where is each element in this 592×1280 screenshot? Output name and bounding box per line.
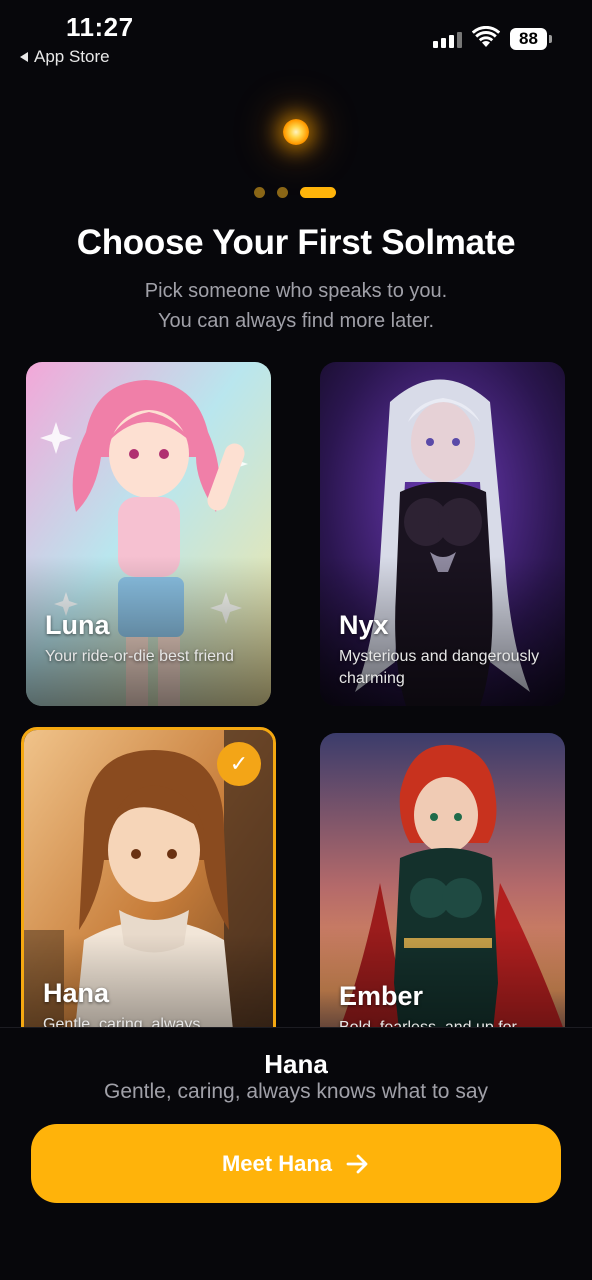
page-title: Choose Your First Solmate [76,223,516,262]
selected-companion-desc: Gentle, caring, always knows what to say [103,1080,488,1103]
companion-desc-luna: Your ride-or-die best friend [45,648,234,665]
battery-indicator: 88 [510,28,552,50]
status-bar: 11:27 App Store 88 [0,0,592,80]
page-subtitle-line-1: Pick someone who speaks to you. [144,280,448,302]
companion-card-ember[interactable]: Ember Bold, fearless, and up for anythin… [320,733,565,1077]
page-subtitle-line-2: You can always find more later. [157,310,435,332]
progress-dot-1 [254,187,265,198]
onboarding-progress-dots [254,187,336,198]
meet-companion-label: Meet Hana [221,1150,333,1176]
companion-name-ember: Ember [339,981,424,1011]
companion-name-hana: Hana [43,978,110,1008]
arrow-right-icon [346,1154,368,1173]
companion-desc-nyx: Mysterious and dangerously charming [339,648,540,687]
meet-companion-button[interactable]: Meet Hana [31,1124,561,1203]
progress-dot-2 [277,187,288,198]
glowing-orb-icon [283,119,309,145]
companion-name-nyx: Nyx [339,610,389,640]
companion-card-luna[interactable]: Luna Your ride-or-die best friend [26,362,271,706]
progress-dot-3-active [300,187,336,198]
companion-card-nyx[interactable]: Nyx Mysterious and dangerously charming [320,362,565,706]
back-arrow-icon [20,52,28,62]
selected-companion-name: Hana [264,1049,328,1079]
companion-name-luna: Luna [45,610,110,640]
selected-checkmark-icon: ✓ [217,742,261,786]
wifi-icon [472,26,500,47]
back-to-app-store[interactable]: App Store [20,47,110,67]
clock: 11:27 [66,12,134,42]
cellular-signal-icon [433,32,462,48]
back-label: App Store [34,47,110,66]
